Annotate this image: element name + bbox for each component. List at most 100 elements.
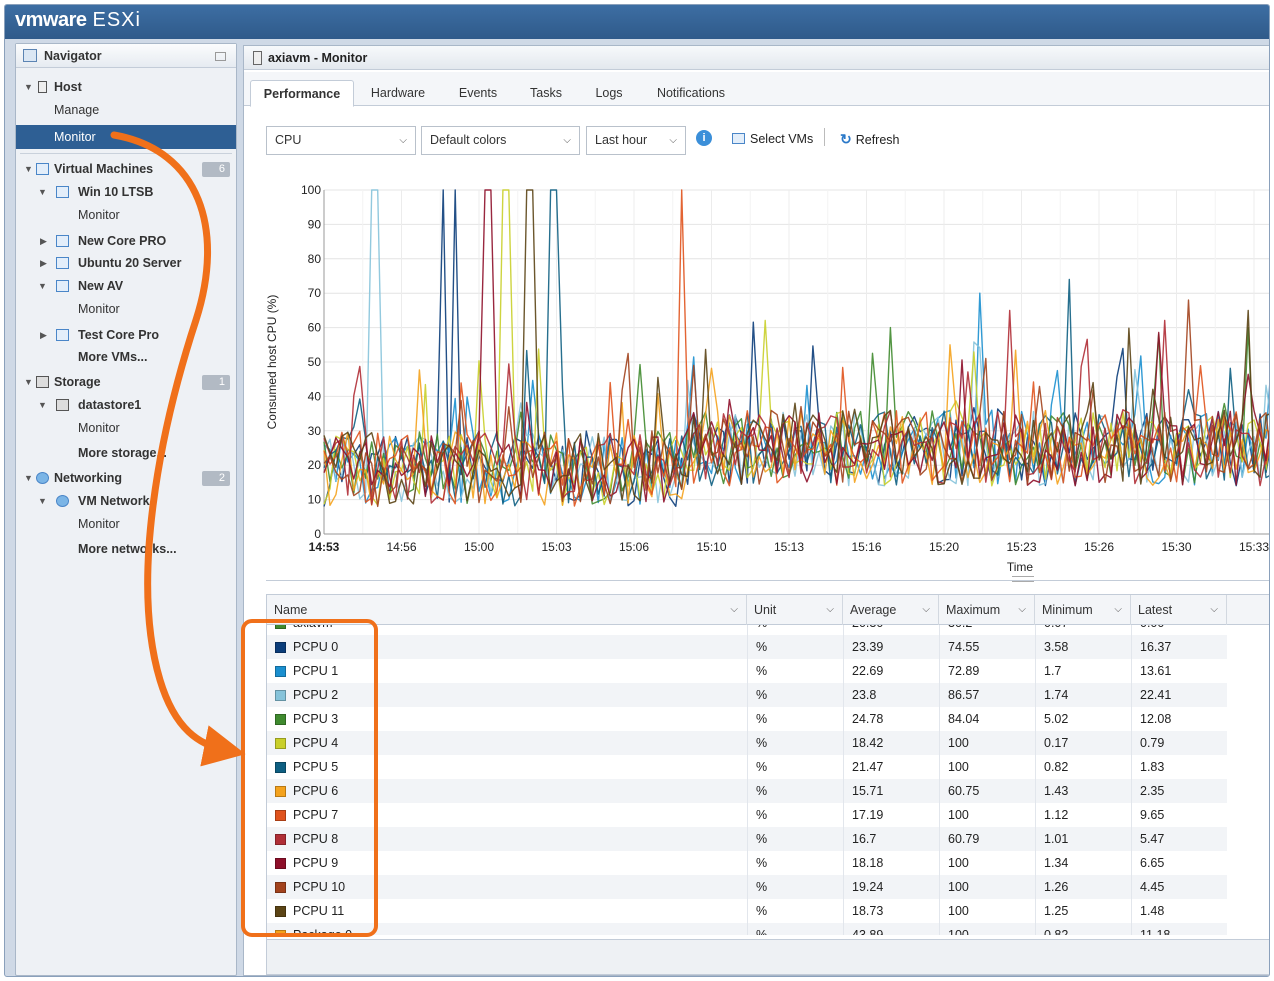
collapse-icon[interactable] xyxy=(215,52,226,61)
nav-more-vms[interactable]: More VMs... xyxy=(16,346,236,368)
x-tick-label: 15:13 xyxy=(774,540,804,554)
metric-select[interactable]: CPU ⌵ xyxy=(266,126,416,155)
nav-vm-newav[interactable]: ▼ New AV xyxy=(16,275,236,297)
select-vms-button[interactable]: Select VMs xyxy=(732,130,813,148)
chevron-down-icon: ⌵ xyxy=(1018,604,1026,615)
nav-vm-network[interactable]: ▼ VM Network xyxy=(16,490,236,512)
chevron-down-icon[interactable]: ▼ xyxy=(38,275,47,297)
nav-vm-network-monitor[interactable]: Monitor xyxy=(16,513,236,535)
tab-tasks[interactable]: Tasks xyxy=(520,80,572,106)
y-axis-title: Consumed host CPU (%) xyxy=(265,295,279,430)
nav-monitor-label: Monitor xyxy=(78,208,120,222)
nav-monitor-label: Monitor xyxy=(78,517,120,531)
column-divider xyxy=(843,625,844,935)
host-icon xyxy=(38,81,47,93)
row-maximum: 72.89 xyxy=(948,664,980,678)
chevron-right-icon[interactable]: ▶ xyxy=(40,324,47,346)
nav-vm-win10[interactable]: ▼ Win 10 LTSB xyxy=(16,181,236,203)
toolbar-divider xyxy=(824,128,825,146)
series-color-swatch xyxy=(275,762,286,773)
info-icon[interactable]: i xyxy=(696,130,712,146)
row-average: 20.30 xyxy=(843,625,883,635)
col-average[interactable]: Average ⌵ xyxy=(843,595,939,625)
nav-host-manage[interactable]: Manage xyxy=(16,99,236,121)
row-latest: 13.61 xyxy=(1140,664,1172,678)
x-axis-title: Time xyxy=(1007,560,1034,574)
time-range-select[interactable]: Last hour ⌵ xyxy=(586,126,686,155)
col-maximum[interactable]: Maximum ⌵ xyxy=(939,595,1035,625)
nav-vm-win10-monitor[interactable]: Monitor xyxy=(16,204,236,226)
row-average: 16.7 xyxy=(852,832,877,846)
page-title: axiavm - Monitor xyxy=(268,51,368,65)
y-tick-label: 20 xyxy=(308,458,322,472)
row-name: PCPU 6 xyxy=(293,784,339,798)
navigator-header: Navigator xyxy=(16,44,236,68)
row-name: axiavm xyxy=(293,625,333,635)
row-unit: % xyxy=(756,640,768,654)
nav-virtual-machines[interactable]: ▼ Virtual Machines 6 xyxy=(16,158,236,180)
tab-performance[interactable]: Performance xyxy=(250,80,354,107)
nav-networking-label: Networking xyxy=(54,471,123,485)
nav-datastore1[interactable]: ▼ datastore1 xyxy=(16,394,236,416)
chart-toolbar: CPU ⌵ Default colors ⌵ Last hour ⌵ i Select… xyxy=(244,106,1269,158)
row-name: PCPU 4 xyxy=(293,736,339,750)
row-latest: 2.35 xyxy=(1140,784,1165,798)
nav-more-networks[interactable]: More networks... xyxy=(16,538,236,560)
colors-select[interactable]: Default colors ⌵ xyxy=(421,126,580,155)
col-minimum[interactable]: Minimum ⌵ xyxy=(1035,595,1131,625)
series-color-swatch xyxy=(275,858,286,869)
tab-logs[interactable]: Logs xyxy=(584,80,634,106)
chevron-down-icon: ⌵ xyxy=(669,135,677,146)
chevron-down-icon[interactable]: ▼ xyxy=(24,76,33,98)
nav-datastore1-monitor[interactable]: Monitor xyxy=(16,417,236,439)
nav-host[interactable]: ▼ Host xyxy=(16,76,236,98)
nav-vm-testcore[interactable]: ▶ Test Core Pro xyxy=(16,324,236,346)
tab-events[interactable]: Events xyxy=(446,80,510,106)
col-name[interactable]: Name ⌵ xyxy=(267,595,747,625)
row-maximum: 100 xyxy=(948,736,969,750)
tab-hardware[interactable]: Hardware xyxy=(360,80,436,106)
col-unit-label: Unit xyxy=(754,603,777,617)
nav-vm-ubuntu[interactable]: ▶ Ubuntu 20 Server xyxy=(16,252,236,274)
nav-host-manage-label: Manage xyxy=(54,103,100,117)
chevron-down-icon[interactable]: ▼ xyxy=(38,394,47,416)
chevron-right-icon[interactable]: ▶ xyxy=(40,252,47,274)
nav-vm-newcore[interactable]: ▶ New Core PRO xyxy=(16,230,236,252)
chevron-down-icon[interactable]: ▼ xyxy=(24,371,33,393)
row-maximum: 100 xyxy=(948,856,969,870)
chevron-down-icon: ⌵ xyxy=(730,604,738,615)
row-minimum: 5.02 xyxy=(1044,712,1069,726)
chevron-down-icon[interactable]: ▼ xyxy=(38,181,47,203)
table-body: axiavm% 20.30 30.2 0.07 0.00 PCPU 0% 23.39 74.5… xyxy=(267,625,1227,935)
row-name: Package 0 xyxy=(293,928,353,935)
y-tick-label: 60 xyxy=(308,321,322,335)
series-color-swatch xyxy=(275,810,286,821)
row-minimum: 1.25 xyxy=(1044,904,1069,918)
refresh-button[interactable]: ↻ Refresh xyxy=(840,130,900,148)
chevron-down-icon[interactable]: ▼ xyxy=(24,158,33,180)
network-globe-icon xyxy=(56,495,69,507)
nav-host-label: Host xyxy=(54,80,82,94)
chevron-down-icon[interactable]: ▼ xyxy=(38,490,47,512)
chevron-down-icon[interactable]: ▼ xyxy=(24,467,33,489)
vms-count-badge: 6 xyxy=(202,162,230,177)
nav-networking[interactable]: ▼ Networking 2 xyxy=(16,467,236,489)
row-minimum: 1.7 xyxy=(1044,664,1062,678)
nav-storage[interactable]: ▼ Storage 1 xyxy=(16,371,236,393)
nav-more-storage[interactable]: More storage... xyxy=(16,442,236,464)
nav-storage-label: Storage xyxy=(54,375,101,389)
row-minimum: 1.34 xyxy=(1044,856,1069,870)
tab-notifications[interactable]: Notifications xyxy=(646,80,736,106)
nav-vm-newav-monitor[interactable]: Monitor xyxy=(16,298,236,320)
nav-host-monitor[interactable]: Monitor xyxy=(16,125,236,149)
chevron-right-icon[interactable]: ▶ xyxy=(40,230,47,252)
splitter-grip[interactable] xyxy=(1012,576,1034,582)
row-unit: % xyxy=(747,625,767,635)
cpu-chart: 0 10 20 30 40 50 60 70 80 90 100 14:53 14:56 15:00 15:… xyxy=(244,158,1269,578)
row-name: PCPU 7 xyxy=(293,808,339,822)
col-latest[interactable]: Latest ⌵ xyxy=(1131,595,1227,625)
table-header: Name ⌵ Unit ⌵ Average ⌵ Maximum ⌵ Minimum ⌵ L… xyxy=(267,595,1269,625)
time-range-value: Last hour xyxy=(595,133,648,147)
nav-more-storage-label: More storage... xyxy=(78,446,167,460)
col-unit[interactable]: Unit ⌵ xyxy=(747,595,843,625)
